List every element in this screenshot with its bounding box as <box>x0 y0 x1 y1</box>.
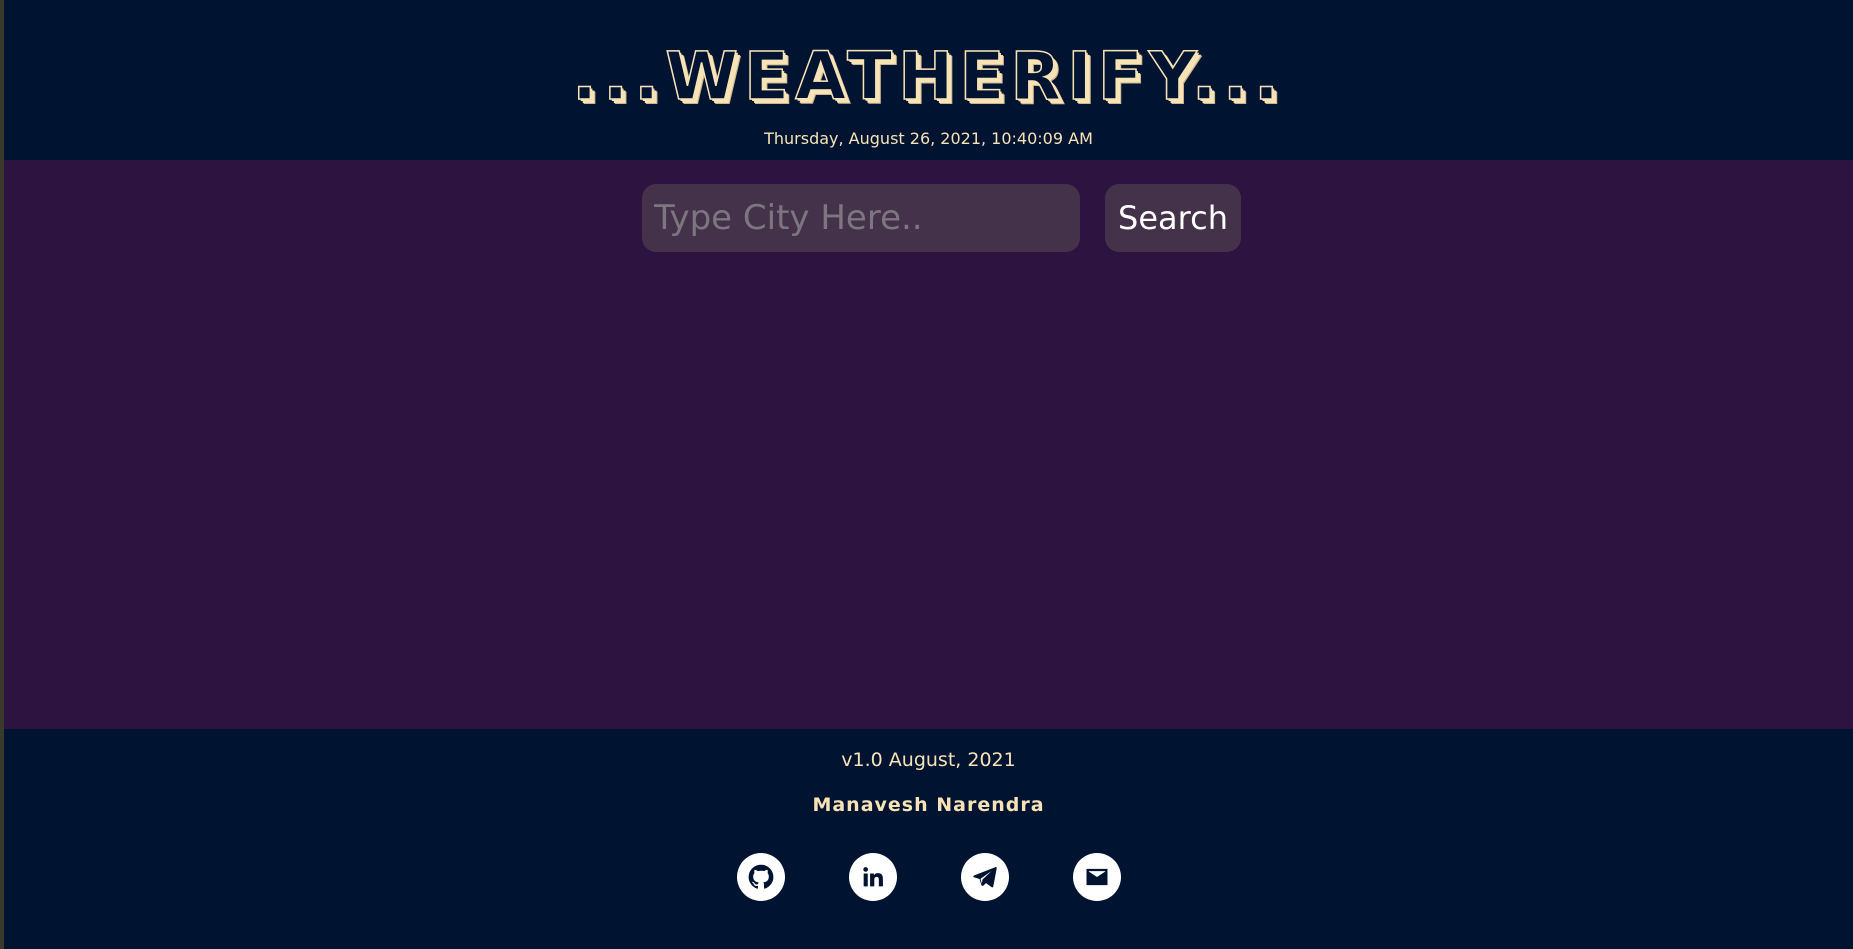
current-datetime: Thursday, August 26, 2021, 10:40:09 AM <box>764 129 1093 148</box>
telegram-icon[interactable] <box>961 853 1009 901</box>
version-text: v1.0 August, 2021 <box>841 749 1016 771</box>
search-button[interactable]: Search <box>1105 184 1241 252</box>
author-name: Manavesh Narendra <box>812 794 1045 816</box>
header: ...WEATHERIFY... Thursday, August 26, 20… <box>4 0 1853 160</box>
main-content: Search <box>4 160 1853 729</box>
email-icon[interactable] <box>1073 853 1121 901</box>
linkedin-icon[interactable] <box>849 853 897 901</box>
app-title: ...WEATHERIFY... <box>571 37 1285 116</box>
footer: v1.0 August, 2021 Manavesh Narendra <box>4 729 1853 949</box>
github-icon[interactable] <box>737 853 785 901</box>
city-search-input[interactable] <box>642 184 1080 252</box>
